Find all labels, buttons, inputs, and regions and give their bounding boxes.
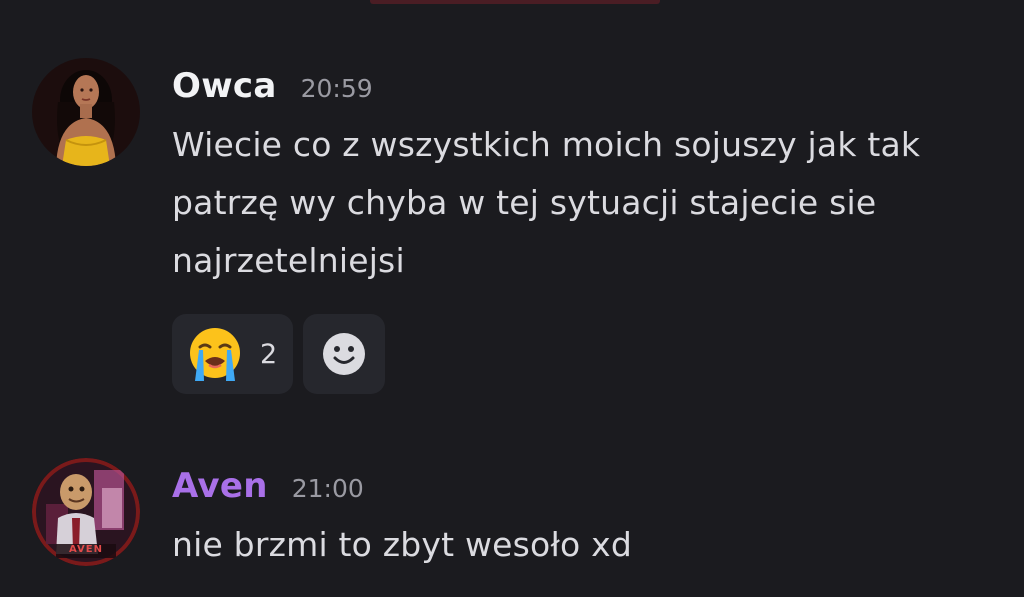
avatar[interactable] (32, 58, 140, 166)
message-text: Wiecie co z wszystkich moich sojuszy jak… (172, 125, 921, 280)
smiley-add-reaction-icon (323, 333, 365, 375)
message-text: nie brzmi to zbyt wesoło xd (172, 525, 632, 564)
reaction-count: 2 (260, 338, 278, 370)
top-divider-accent (370, 0, 660, 4)
add-reaction-button[interactable] (303, 314, 385, 394)
avatar[interactable]: AVEN (32, 458, 140, 566)
loudly-crying-face-icon (190, 328, 240, 381)
user-avatar-owca-icon (32, 58, 140, 166)
avatar-label: AVEN (69, 544, 103, 555)
timestamp: 21:00 (291, 474, 364, 503)
username[interactable]: Aven (172, 466, 268, 506)
reactions-bar: 2 (172, 314, 992, 394)
username[interactable]: Owca (172, 66, 277, 106)
reaction-crying-face-button[interactable]: 2 (172, 314, 293, 394)
timestamp: 20:59 (300, 74, 373, 103)
